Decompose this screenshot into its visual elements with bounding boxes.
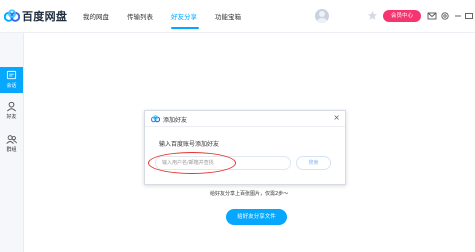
sidebar-item-groups[interactable]: 群组 <box>0 134 23 153</box>
add-friend-dialog: 添加好友 × 输入百度账号添加好友 输入用户名/邮箱并查找 搜索 <box>144 110 346 185</box>
tab-my-netdisk[interactable]: 我的网盘 <box>83 11 109 21</box>
baidu-netdisk-logo-icon <box>151 115 160 123</box>
close-icon[interactable]: × <box>333 113 340 123</box>
settings-icon[interactable] <box>440 11 450 21</box>
mail-icon[interactable] <box>427 11 437 21</box>
tab-transfer-list[interactable]: 传输列表 <box>127 11 153 21</box>
sidebar: 会话 好友 群组 <box>0 33 24 252</box>
username[interactable] <box>333 11 367 21</box>
share-hint-text: 给好友分享上百张图片，仅需2步～ <box>210 191 289 197</box>
active-tab-indicator <box>171 27 199 29</box>
maximize-icon[interactable] <box>464 11 474 21</box>
search-button[interactable]: 搜索 <box>296 156 331 170</box>
dialog-title: 添加好友 <box>163 117 188 124</box>
vip-star-icon[interactable] <box>367 10 378 21</box>
share-files-button[interactable]: 给好友分享文件 <box>226 209 287 225</box>
tab-feature-box[interactable]: 功能宝箱 <box>215 11 241 21</box>
sidebar-item-label: 群组 <box>6 147 17 153</box>
person-icon <box>7 101 16 112</box>
search-input[interactable]: 输入用户名/邮箱并查找 <box>155 156 291 170</box>
avatar[interactable] <box>315 9 329 23</box>
app-title: 百度网盘 <box>22 10 68 23</box>
top-bar: 百度网盘 我的网盘 传输列表 好友分享 功能宝箱 会员中心 <box>0 0 475 33</box>
sidebar-item-friends[interactable]: 好友 <box>0 101 23 120</box>
dialog-label: 输入百度账号添加好友 <box>159 141 220 148</box>
sidebar-item-label: 好友 <box>6 114 17 120</box>
baidu-netdisk-logo-icon <box>4 9 20 22</box>
app-logo[interactable]: 百度网盘 <box>4 8 67 24</box>
tab-friend-share[interactable]: 好友分享 <box>171 11 197 21</box>
dialog-header: 添加好友 × <box>145 111 345 127</box>
minimize-icon[interactable] <box>453 11 463 21</box>
chat-icon <box>6 70 17 80</box>
group-icon <box>6 135 17 144</box>
sidebar-item-label: 会话 <box>6 83 17 89</box>
sidebar-item-chat[interactable]: 会话 <box>0 67 23 93</box>
member-center-button[interactable]: 会员中心 <box>383 10 421 22</box>
